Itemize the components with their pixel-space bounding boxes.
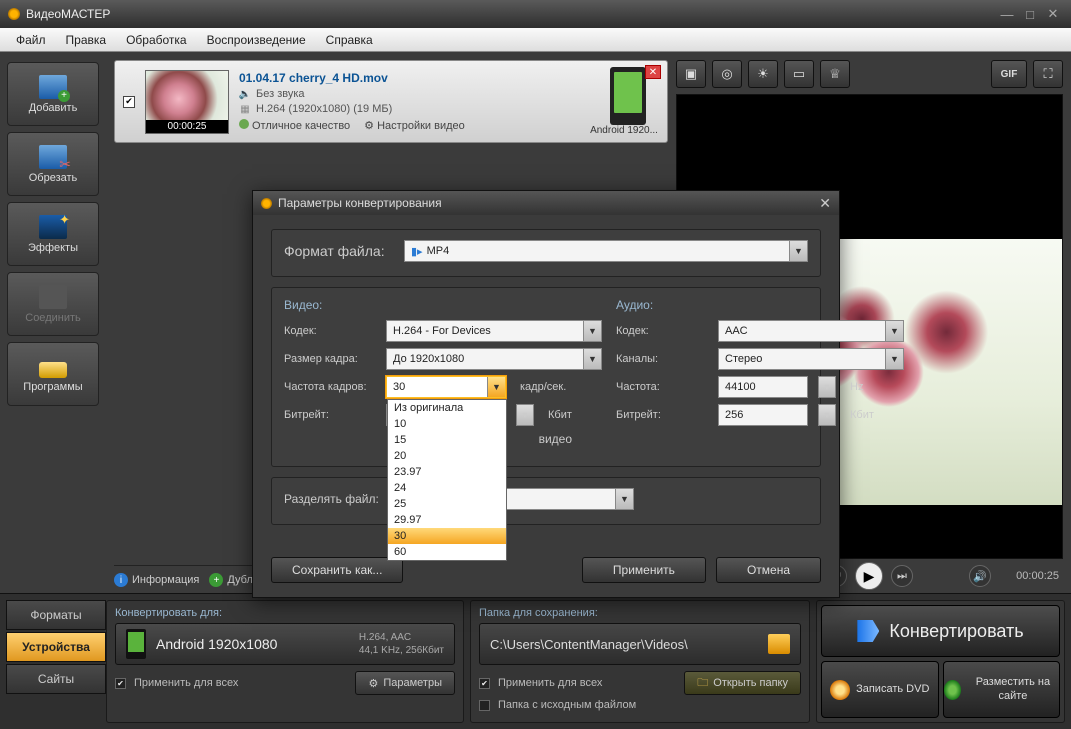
time-end: 00:00:25 xyxy=(999,570,1059,582)
video-section-label: Видео: xyxy=(284,298,602,312)
brightness-icon[interactable]: ☀ xyxy=(748,60,778,88)
fps-dropdown: Из оригинала 10 15 20 23.97 24 25 29.97 … xyxy=(387,399,507,561)
sidebar-add[interactable]: Добавить xyxy=(7,62,99,126)
split-select[interactable]: ▼ xyxy=(504,488,634,510)
fps-option[interactable]: 23.97 xyxy=(388,464,506,480)
save-as-button[interactable]: Сохранить как... xyxy=(271,557,403,583)
dialog-close-button[interactable]: ✕ xyxy=(819,195,831,212)
convert-for-label: Конвертировать для: xyxy=(115,607,455,619)
device-selector[interactable]: Android 1920x1080 H.264, AAC44,1 KHz, 25… xyxy=(115,623,455,665)
video-codec-select[interactable]: H.264 - For Devices▼ xyxy=(386,320,602,342)
globe-icon xyxy=(944,680,961,700)
app-title: ВидеоМАСТЕР xyxy=(26,7,110,21)
audio-icon: 🔈 xyxy=(239,88,251,100)
video-settings-link[interactable]: ⚙ Настройки видео xyxy=(364,119,465,132)
publish-web-button[interactable]: Разместить на сайте xyxy=(943,661,1061,718)
sidebar-join: Соединить xyxy=(7,272,99,336)
menu-bar: Файл Правка Обработка Воспроизведение Сп… xyxy=(0,28,1071,52)
apply-all-checkbox[interactable]: ✔ xyxy=(115,678,126,689)
fps-option[interactable]: 20 xyxy=(388,448,506,464)
menu-process[interactable]: Обработка xyxy=(116,30,197,50)
menu-playback[interactable]: Воспроизведение xyxy=(197,30,316,50)
rotate-icon[interactable]: ◎ xyxy=(712,60,742,88)
tab-formats[interactable]: Форматы xyxy=(6,600,106,630)
save-folder-label: Папка для сохранения: xyxy=(479,607,801,619)
gear-icon: ⚙ xyxy=(368,677,378,690)
cancel-button[interactable]: Отмена xyxy=(716,557,821,583)
file-item[interactable]: ✔ 00:00:25 01.04.17 cherry_4 HD.mov 🔈 Без… xyxy=(114,60,668,143)
sidebar-cut[interactable]: Обрезать xyxy=(7,132,99,196)
menu-help[interactable]: Справка xyxy=(316,30,383,50)
device-name: Android 1920x1080 xyxy=(156,636,277,652)
convert-params-dialog: Параметры конвертирования ✕ Формат файла… xyxy=(252,190,840,598)
aspect-icon[interactable]: ▭ xyxy=(784,60,814,88)
browse-folder-button[interactable] xyxy=(768,634,790,654)
gif-button[interactable]: GIF xyxy=(991,60,1027,88)
dialog-title: Параметры конвертирования xyxy=(278,196,442,210)
crop-icon[interactable]: ▣ xyxy=(676,60,706,88)
app-icon xyxy=(8,8,20,20)
save-apply-all-checkbox[interactable]: ✔ xyxy=(479,678,490,689)
freq-input[interactable] xyxy=(718,376,808,398)
audio-section-label: Аудио: xyxy=(616,298,904,312)
save-path: C:\Users\ContentManager\Videos\ xyxy=(490,637,688,652)
fps-option[interactable]: 29.97 xyxy=(388,512,506,528)
quality-label: Отличное качество xyxy=(239,119,350,132)
next-button[interactable]: ⏭ xyxy=(891,565,913,587)
source-folder-checkbox[interactable] xyxy=(479,700,490,711)
close-window-button[interactable]: ✕ xyxy=(1043,6,1063,22)
maximize-button[interactable]: □ xyxy=(1020,6,1040,22)
convert-button[interactable]: Конвертировать xyxy=(821,605,1060,657)
device-label: Android 1920... xyxy=(589,125,659,136)
volume-icon[interactable]: 🔊 xyxy=(969,565,991,587)
codec-info: H.264 (1920x1080) (19 МБ) xyxy=(256,103,392,115)
burn-dvd-button[interactable]: Записать DVD xyxy=(821,661,939,718)
info-button[interactable]: iИнформация xyxy=(114,573,199,587)
file-thumbnail: 00:00:25 xyxy=(145,70,229,134)
minimize-button[interactable]: — xyxy=(997,6,1017,22)
apply-all-label: Применить для всех xyxy=(134,677,238,689)
remove-file-button[interactable]: ✕ xyxy=(645,65,661,79)
file-name: 01.04.17 cherry_4 HD.mov xyxy=(239,71,587,85)
frame-size-select[interactable]: До 1920x1080▼ xyxy=(386,348,602,370)
android-icon xyxy=(126,629,146,659)
format-select[interactable]: ▮▸MP4▼ xyxy=(404,240,808,262)
save-path-row[interactable]: C:\Users\ContentManager\Videos\ xyxy=(479,623,801,665)
channels-select[interactable]: Стерео▼ xyxy=(718,348,904,370)
tab-sites[interactable]: Сайты xyxy=(6,664,106,694)
tab-devices[interactable]: Устройства xyxy=(6,632,106,662)
fps-select[interactable]: 30▼ Из оригинала 10 15 20 23.97 24 25 29… xyxy=(386,376,506,398)
fps-option[interactable]: 30 xyxy=(388,528,506,544)
fullscreen-icon[interactable]: ⛶ xyxy=(1033,60,1063,88)
open-folder-button[interactable]: 🗀Открыть папку xyxy=(684,671,801,695)
fps-option[interactable]: 60 xyxy=(388,544,506,560)
play-button[interactable]: ▶ xyxy=(855,562,883,590)
format-label: Формат файла: xyxy=(284,243,394,259)
folder-icon: 🗀 xyxy=(697,674,708,693)
audio-codec-select[interactable]: AAC▼ xyxy=(718,320,904,342)
fps-option[interactable]: 15 xyxy=(388,432,506,448)
device-icon xyxy=(610,67,646,125)
convert-icon xyxy=(857,620,879,642)
sidebar-effects[interactable]: Эффекты xyxy=(7,202,99,266)
film-icon: ▦ xyxy=(239,103,251,115)
sidebar-programs[interactable]: Программы xyxy=(7,342,99,406)
fps-option[interactable]: 24 xyxy=(388,480,506,496)
audio-bitrate-input[interactable] xyxy=(718,404,808,426)
speed-icon[interactable]: ♕ xyxy=(820,60,850,88)
fps-option[interactable]: 25 xyxy=(388,496,506,512)
dvd-icon xyxy=(830,680,850,700)
apply-button[interactable]: Применить xyxy=(582,557,706,583)
fps-option[interactable]: 10 xyxy=(388,416,506,432)
audio-info: Без звука xyxy=(256,88,305,100)
file-checkbox[interactable]: ✔ xyxy=(123,96,135,108)
dialog-icon xyxy=(261,198,272,209)
duration-label: 00:00:25 xyxy=(146,120,228,133)
menu-edit[interactable]: Правка xyxy=(56,30,117,50)
menu-file[interactable]: Файл xyxy=(6,30,56,50)
params-button[interactable]: ⚙Параметры xyxy=(355,671,455,695)
fps-option[interactable]: Из оригинала xyxy=(388,400,506,416)
